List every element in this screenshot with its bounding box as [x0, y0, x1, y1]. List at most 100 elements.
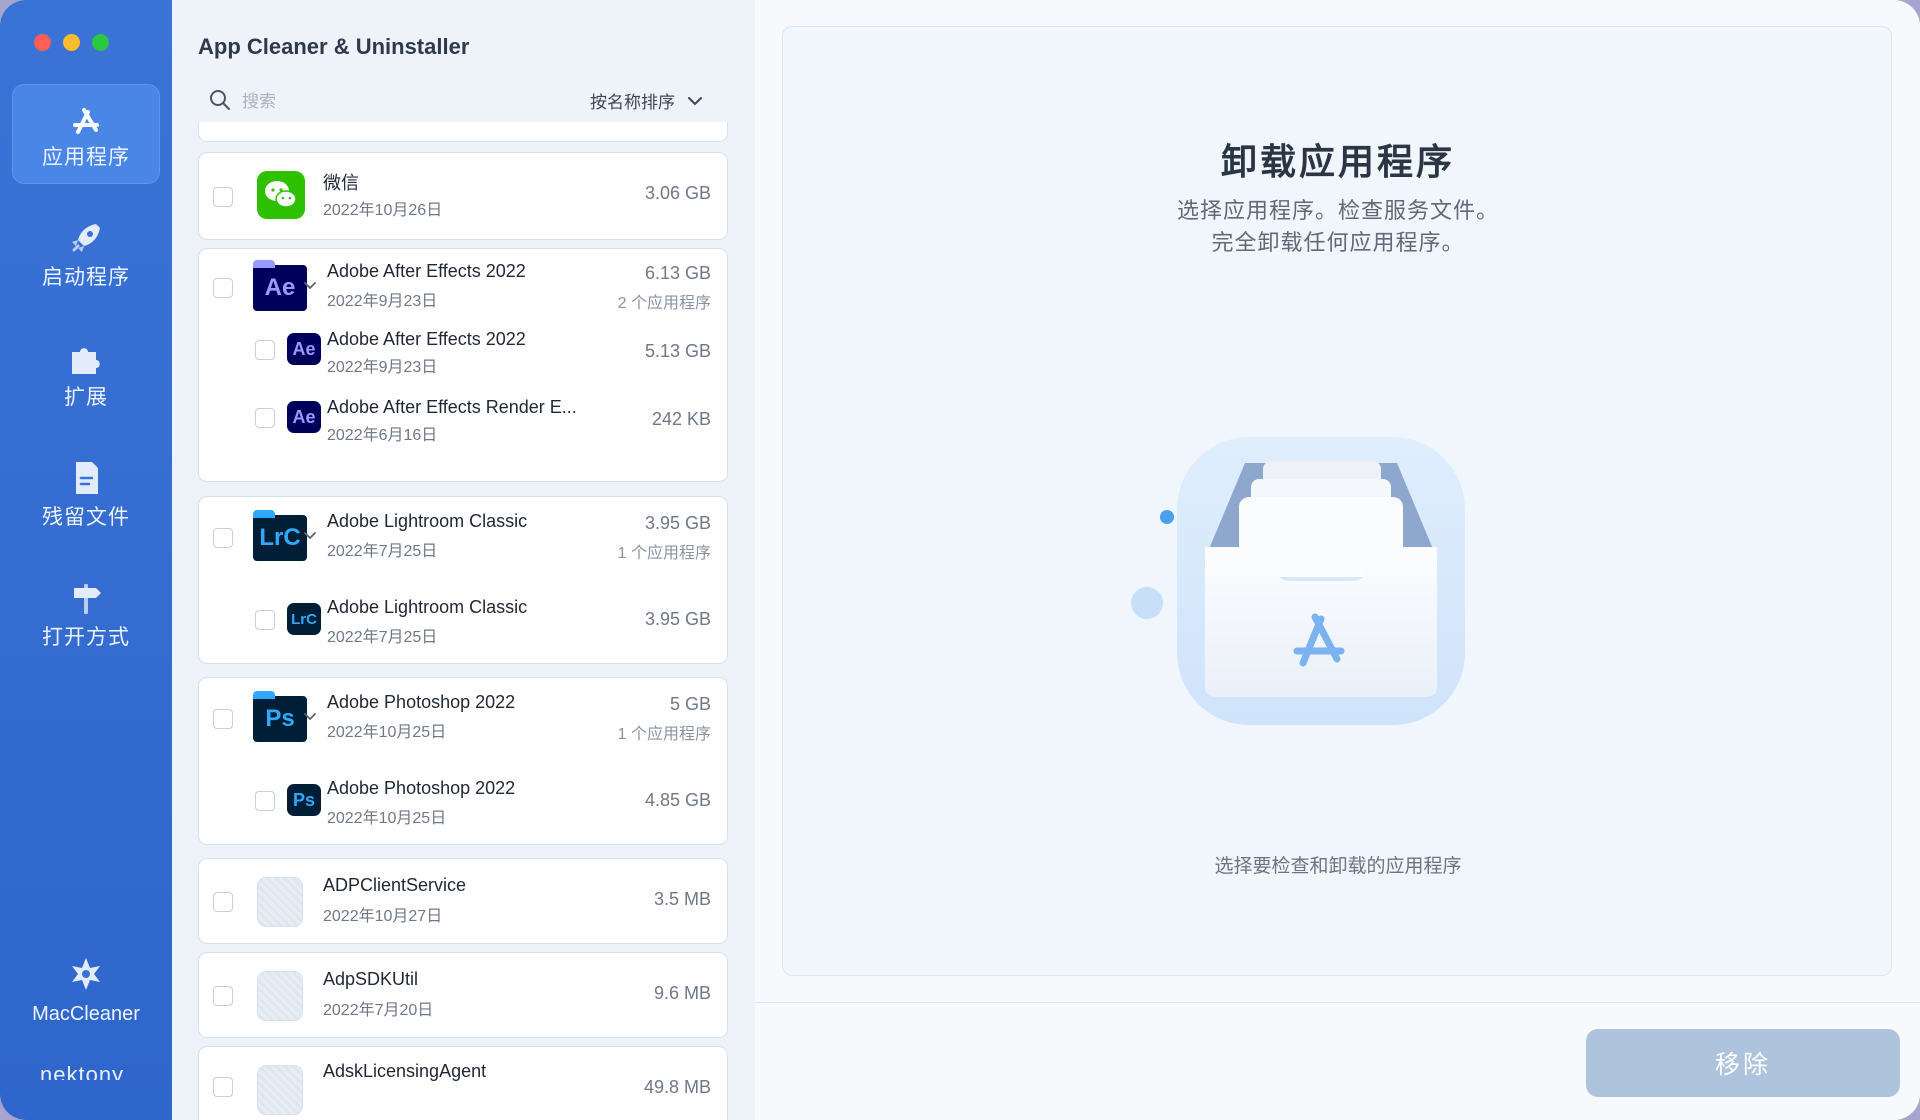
app-name: Adobe After Effects 2022 — [327, 261, 526, 281]
sidebar-item-default-apps[interactable]: 打开方式 — [12, 564, 160, 664]
app-name: AdpSDKUtil — [323, 969, 419, 989]
app-group-card[interactable]: LrC Adobe Lightroom Classic 2022年7月25日 3… — [198, 496, 728, 664]
app-name: Adobe After Effects Render E... — [327, 397, 577, 417]
app-card[interactable] — [198, 122, 728, 142]
rocket-icon — [72, 224, 100, 252]
sidebar-item-label: 应用程序 — [42, 146, 130, 169]
minimize-window-button[interactable] — [63, 34, 80, 51]
app-card[interactable]: AdpSDKUtil 2022年7月20日 9.6 MB — [198, 952, 728, 1038]
maccleaner-label: MacCleaner — [32, 1003, 140, 1025]
app-checkbox[interactable] — [255, 610, 275, 630]
search-input[interactable] — [240, 86, 544, 118]
lightroom-classic-icon: LrC — [253, 510, 307, 561]
app-name: Adobe Lightroom Classic — [327, 511, 528, 531]
chevron-down-icon — [688, 96, 702, 105]
app-window: 应用程序 启动程序 扩展 残留文件 打开方式 MacCleaner nekton… — [0, 0, 1920, 1120]
app-date: 2022年10月26日 — [323, 202, 443, 219]
after-effects-icon: Ae — [287, 401, 321, 433]
app-checkbox[interactable] — [213, 278, 233, 298]
app-date: 2022年10月25日 — [327, 810, 447, 827]
app-list-pane: App Cleaner & Uninstaller 按名称排序 — [172, 0, 755, 1120]
app-date: 2022年7月25日 — [327, 543, 438, 560]
maccleaner-button[interactable]: MacCleaner — [12, 940, 160, 1040]
after-effects-icon: Ae — [253, 260, 307, 311]
app-name: Adobe Lightroom Classic — [327, 597, 528, 617]
app-size: 3.06 GB — [644, 183, 711, 203]
app-size: 49.8 MB — [643, 1077, 711, 1097]
sidebar-item-launch-agents[interactable]: 启动程序 — [12, 204, 160, 304]
app-list[interactable]: 微信 2022年10月26日 3.06 GB Ae Adobe After Ef… — [198, 122, 730, 1120]
detail-subtitle: 完全卸载任何应用程序。 — [1211, 230, 1465, 255]
app-checkbox[interactable] — [213, 986, 233, 1006]
app-name: Adobe Photoshop 2022 — [327, 778, 516, 798]
photoshop-icon: Ps — [253, 691, 307, 742]
uninstall-tray-illustration — [1131, 437, 1465, 725]
app-date: 2022年10月25日 — [327, 724, 447, 741]
app-checkbox[interactable] — [255, 340, 275, 360]
app-checkbox[interactable] — [213, 187, 233, 207]
document-icon — [76, 462, 98, 494]
app-size: 3.95 GB — [644, 513, 711, 533]
chevron-down-icon[interactable] — [303, 712, 317, 722]
photoshop-icon: Ps — [287, 784, 321, 816]
app-size: 242 KB — [651, 409, 711, 429]
app-checkbox[interactable] — [213, 1077, 233, 1097]
bottom-toolbar: 移除 — [755, 1002, 1920, 1120]
maccleaner-icon — [72, 958, 100, 990]
app-checkbox[interactable] — [213, 709, 233, 729]
generic-app-icon — [257, 877, 303, 927]
sort-dropdown[interactable]: 按名称排序 — [590, 88, 703, 113]
app-group-card[interactable]: Ae Adobe After Effects 2022 2022年9月23日 6… — [198, 248, 728, 482]
after-effects-icon: Ae — [287, 333, 321, 365]
sidebar-item-label: 残留文件 — [42, 506, 130, 529]
detail-hint: 选择要检查和卸载的应用程序 — [1214, 856, 1462, 877]
app-size: 5 GB — [669, 694, 711, 714]
brand-logo: nektony — [40, 1062, 125, 1080]
app-card[interactable]: ADPClientService 2022年10月27日 3.5 MB — [198, 858, 728, 944]
app-name: AdskLicensingAgent — [323, 1061, 487, 1081]
app-title: App Cleaner & Uninstaller — [198, 34, 470, 59]
app-size: 9.6 MB — [653, 983, 711, 1003]
chevron-down-icon[interactable] — [303, 281, 317, 291]
search-icon — [210, 90, 230, 110]
app-card[interactable]: 微信 2022年10月26日 3.06 GB — [198, 152, 728, 240]
app-date: 2022年9月23日 — [327, 359, 438, 376]
app-store-icon — [73, 108, 99, 134]
app-name: Adobe Photoshop 2022 — [327, 692, 516, 712]
app-size: 3.95 GB — [644, 609, 711, 629]
app-group-card[interactable]: Ps Adobe Photoshop 2022 2022年10月25日 5 GB… — [198, 677, 728, 845]
app-checkbox[interactable] — [255, 408, 275, 428]
detail-title: 卸载应用程序 — [1220, 141, 1455, 182]
app-size: 6.13 GB — [644, 263, 711, 283]
sidebar-item-leftovers[interactable]: 残留文件 — [12, 444, 160, 544]
app-checkbox[interactable] — [213, 892, 233, 912]
app-date: 2022年7月20日 — [323, 1002, 434, 1019]
app-date: 2022年7月25日 — [327, 629, 438, 646]
app-count: 2 个应用程序 — [617, 295, 711, 312]
lightroom-classic-icon: LrC — [287, 603, 321, 635]
app-card[interactable]: AdskLicensingAgent 49.8 MB — [198, 1046, 728, 1120]
app-size: 5.13 GB — [644, 341, 711, 361]
puzzle-icon — [72, 348, 100, 374]
wechat-icon — [257, 171, 305, 219]
remove-button[interactable]: 移除 — [1586, 1029, 1900, 1097]
app-checkbox[interactable] — [213, 528, 233, 548]
zoom-window-button[interactable] — [92, 34, 109, 51]
signpost-icon — [74, 584, 101, 614]
app-checkbox[interactable] — [255, 791, 275, 811]
sidebar: 应用程序 启动程序 扩展 残留文件 打开方式 MacCleaner nekton… — [0, 0, 172, 1120]
sidebar-item-applications[interactable]: 应用程序 — [12, 84, 160, 184]
app-name: 微信 — [323, 173, 359, 193]
chevron-down-icon[interactable] — [303, 531, 317, 541]
sidebar-item-label: 扩展 — [64, 386, 108, 409]
app-size: 3.5 MB — [653, 889, 711, 909]
app-name: Adobe After Effects 2022 — [327, 329, 526, 349]
app-size: 4.85 GB — [644, 790, 711, 810]
sidebar-item-label: 启动程序 — [42, 266, 130, 289]
close-window-button[interactable] — [34, 34, 51, 51]
app-count: 1 个应用程序 — [617, 726, 711, 743]
app-date: 2022年9月23日 — [327, 293, 438, 310]
detail-panel: 卸载应用程序 选择应用程序。检查服务文件。 完全卸载任何应用程序。 选择要检查和… — [782, 26, 1892, 976]
sidebar-item-extensions[interactable]: 扩展 — [12, 324, 160, 424]
app-date: 2022年10月27日 — [323, 908, 443, 925]
